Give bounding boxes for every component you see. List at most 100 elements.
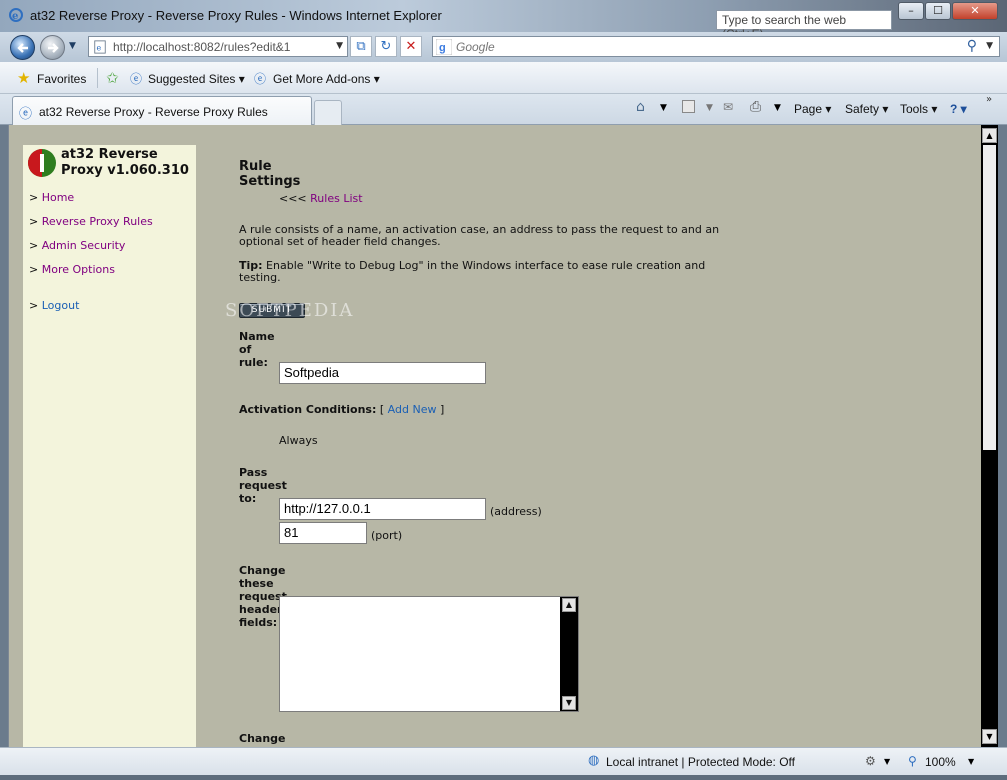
suggested-sites-icon: ⓔ — [130, 72, 143, 86]
window-title: at32 Reverse Proxy - Reverse Proxy Rules… — [30, 8, 442, 23]
home-dropdown-icon[interactable]: ▼ — [660, 103, 667, 113]
bullet: > — [29, 263, 39, 276]
sidebar-link-home[interactable]: Home — [42, 191, 74, 204]
svg-text:e: e — [97, 44, 102, 53]
search-icon[interactable]: ⚲ — [967, 38, 977, 54]
favorites-star-icon: ★ — [17, 69, 31, 87]
address-dropdown-icon[interactable]: ▼ — [336, 41, 343, 51]
sidebar-item-logout[interactable]: > Logout — [29, 299, 79, 312]
address-input[interactable]: http://127.0.0.1 — [279, 498, 486, 520]
status-bar: ◍ Local intranet | Protected Mode: Off ⚙… — [0, 747, 1007, 775]
refresh-button[interactable]: ↻ — [375, 36, 397, 57]
zoom-level[interactable]: 100% — [925, 755, 956, 769]
softpedia-watermark: SOFTPEDIA — [225, 300, 355, 321]
sidebar-link-reverse-proxy-rules[interactable]: Reverse Proxy Rules — [42, 215, 153, 228]
tab-label: at32 Reverse Proxy - Reverse Proxy Rules — [39, 105, 268, 119]
page-scroll-thumb[interactable] — [983, 145, 996, 450]
favorites-button[interactable]: Favorites — [37, 72, 86, 86]
rule-name-input[interactable]: Softpedia — [279, 362, 486, 384]
forward-button[interactable] — [40, 35, 65, 60]
page-scroll-up-icon[interactable]: ▲ — [982, 128, 997, 143]
sidebar-item-admin-security[interactable]: > Admin Security — [29, 239, 125, 252]
sidebar-link-admin-security[interactable]: Admin Security — [42, 239, 126, 252]
feeds-dropdown-icon[interactable]: ▼ — [706, 103, 713, 113]
bullet: > — [29, 299, 39, 312]
search-web-box[interactable]: Type to search the web (Ctrl+E) — [716, 10, 892, 41]
port-input[interactable]: 81 — [279, 522, 367, 544]
safety-menu[interactable]: Safety ▾ — [845, 102, 888, 116]
recent-pages-dropdown-icon[interactable]: ▼ — [69, 41, 76, 51]
google-logo-icon: g — [436, 39, 452, 55]
activation-value: Always — [279, 434, 318, 447]
at32-logo-icon — [28, 149, 56, 177]
search-options-dropdown-icon[interactable]: ▼ — [986, 41, 993, 51]
sidebar-item-home[interactable]: > Home — [29, 191, 74, 204]
scroll-up-icon[interactable]: ▲ — [562, 598, 576, 612]
tip-body: Enable "Write to Debug Log" in the Windo… — [239, 259, 706, 284]
response-headers-label: Change these response header fields: — [239, 732, 286, 747]
protected-mode-icon[interactable]: ⚙ — [865, 754, 876, 768]
tools-menu[interactable]: Tools ▾ — [900, 102, 937, 116]
feeds-icon[interactable] — [682, 100, 695, 113]
sidebar-link-more-options[interactable]: More Options — [42, 263, 115, 276]
back-nav: <<< Rules List — [279, 193, 769, 205]
tab-active[interactable]: ⓔ at32 Reverse Proxy - Reverse Proxy Rul… — [12, 96, 312, 125]
maximize-button[interactable]: ☐ — [925, 2, 951, 20]
sidebar-item-more-options[interactable]: > More Options — [29, 263, 115, 276]
more-commands-icon[interactable]: » — [986, 94, 992, 105]
back-button[interactable] — [10, 35, 35, 60]
page-scrollbar[interactable]: ▲ ▼ — [981, 125, 998, 747]
page-menu[interactable]: Page ▾ — [794, 102, 831, 116]
sidebar: at32 Reverse Proxy v1.060.310 > Home > R… — [23, 145, 196, 747]
page-title: Rule Settings — [239, 159, 301, 189]
security-zone: Local intranet | Protected Mode: Off — [606, 755, 795, 769]
activation-row: Activation Conditions: [ Add New ] — [239, 404, 729, 416]
home-icon[interactable]: ⌂ — [636, 99, 645, 115]
print-icon[interactable]: ⎙ — [750, 99, 761, 115]
sidebar-item-reverse-proxy-rules[interactable]: > Reverse Proxy Rules — [29, 215, 153, 228]
activation-label: Activation Conditions: — [239, 403, 377, 416]
minimize-button[interactable]: – — [898, 2, 924, 20]
mail-icon[interactable]: ✉ — [723, 100, 733, 114]
compatibility-view-button[interactable]: ⧉ — [350, 36, 372, 57]
request-headers-textarea[interactable]: ▲ ▼ — [279, 596, 579, 712]
scroll-down-icon[interactable]: ▼ — [562, 696, 576, 710]
add-new-condition-link[interactable]: Add New — [388, 403, 437, 416]
bracket-open: [ — [379, 403, 385, 416]
tip-text: Tip: Enable "Write to Debug Log" in the … — [239, 260, 729, 284]
page-scroll-down-icon[interactable]: ▼ — [982, 729, 997, 744]
get-addons-button[interactable]: Get More Add-ons ▾ — [273, 72, 380, 86]
forward-arrow-icon — [48, 43, 59, 53]
suggested-sites-button[interactable]: Suggested Sites ▾ — [148, 72, 245, 86]
add-favorite-icon[interactable]: ✩ — [106, 69, 119, 87]
bullet: > — [29, 191, 39, 204]
sidebar-link-logout[interactable]: Logout — [42, 299, 80, 312]
zoom-icon[interactable]: ⚲ — [908, 754, 917, 768]
ie-logo-icon: e — [9, 8, 23, 22]
address-field[interactable]: e http://localhost:8082/rules?edit&1 ▼ — [88, 36, 348, 57]
help-menu[interactable]: ? ▾ — [950, 102, 967, 116]
window-border-bottom — [0, 775, 1007, 780]
search-placeholder: Google — [456, 40, 495, 54]
bullet: > — [29, 215, 39, 228]
stop-button[interactable]: ✕ — [400, 36, 422, 57]
textarea-scrollbar[interactable]: ▲ ▼ — [560, 597, 578, 711]
print-dropdown-icon[interactable]: ▼ — [774, 103, 781, 113]
zoom-dropdown-icon[interactable]: ▼ — [968, 757, 974, 766]
close-window-button[interactable]: ✕ — [952, 2, 998, 20]
title-bar: e at32 Reverse Proxy - Reverse Proxy Rul… — [0, 0, 1007, 41]
back-arrow-icon — [17, 43, 28, 53]
address-url: http://localhost:8082/rules?edit&1 — [113, 40, 291, 54]
rules-list-link[interactable]: Rules List — [310, 192, 362, 205]
svg-text:e: e — [12, 11, 18, 22]
brand-line-2: Proxy v1.060.310 — [61, 163, 189, 178]
status-dropdown-icon[interactable]: ▼ — [884, 757, 890, 766]
intro-text: A rule consists of a name, an activation… — [239, 223, 720, 248]
svg-text:g: g — [439, 42, 446, 54]
new-tab-button[interactable] — [314, 100, 342, 125]
favorites-bar: ★ Favorites ✩ ⓔ Suggested Sites ▾ ⓔ Get … — [0, 62, 1007, 94]
name-label: Name of rule: — [239, 330, 275, 369]
brand-title: at32 Reverse Proxy v1.060.310 — [61, 147, 189, 179]
search-field[interactable]: g Google ⚲ ▼ — [432, 36, 1000, 57]
page-viewport: at32 Reverse Proxy v1.060.310 > Home > R… — [8, 125, 981, 747]
